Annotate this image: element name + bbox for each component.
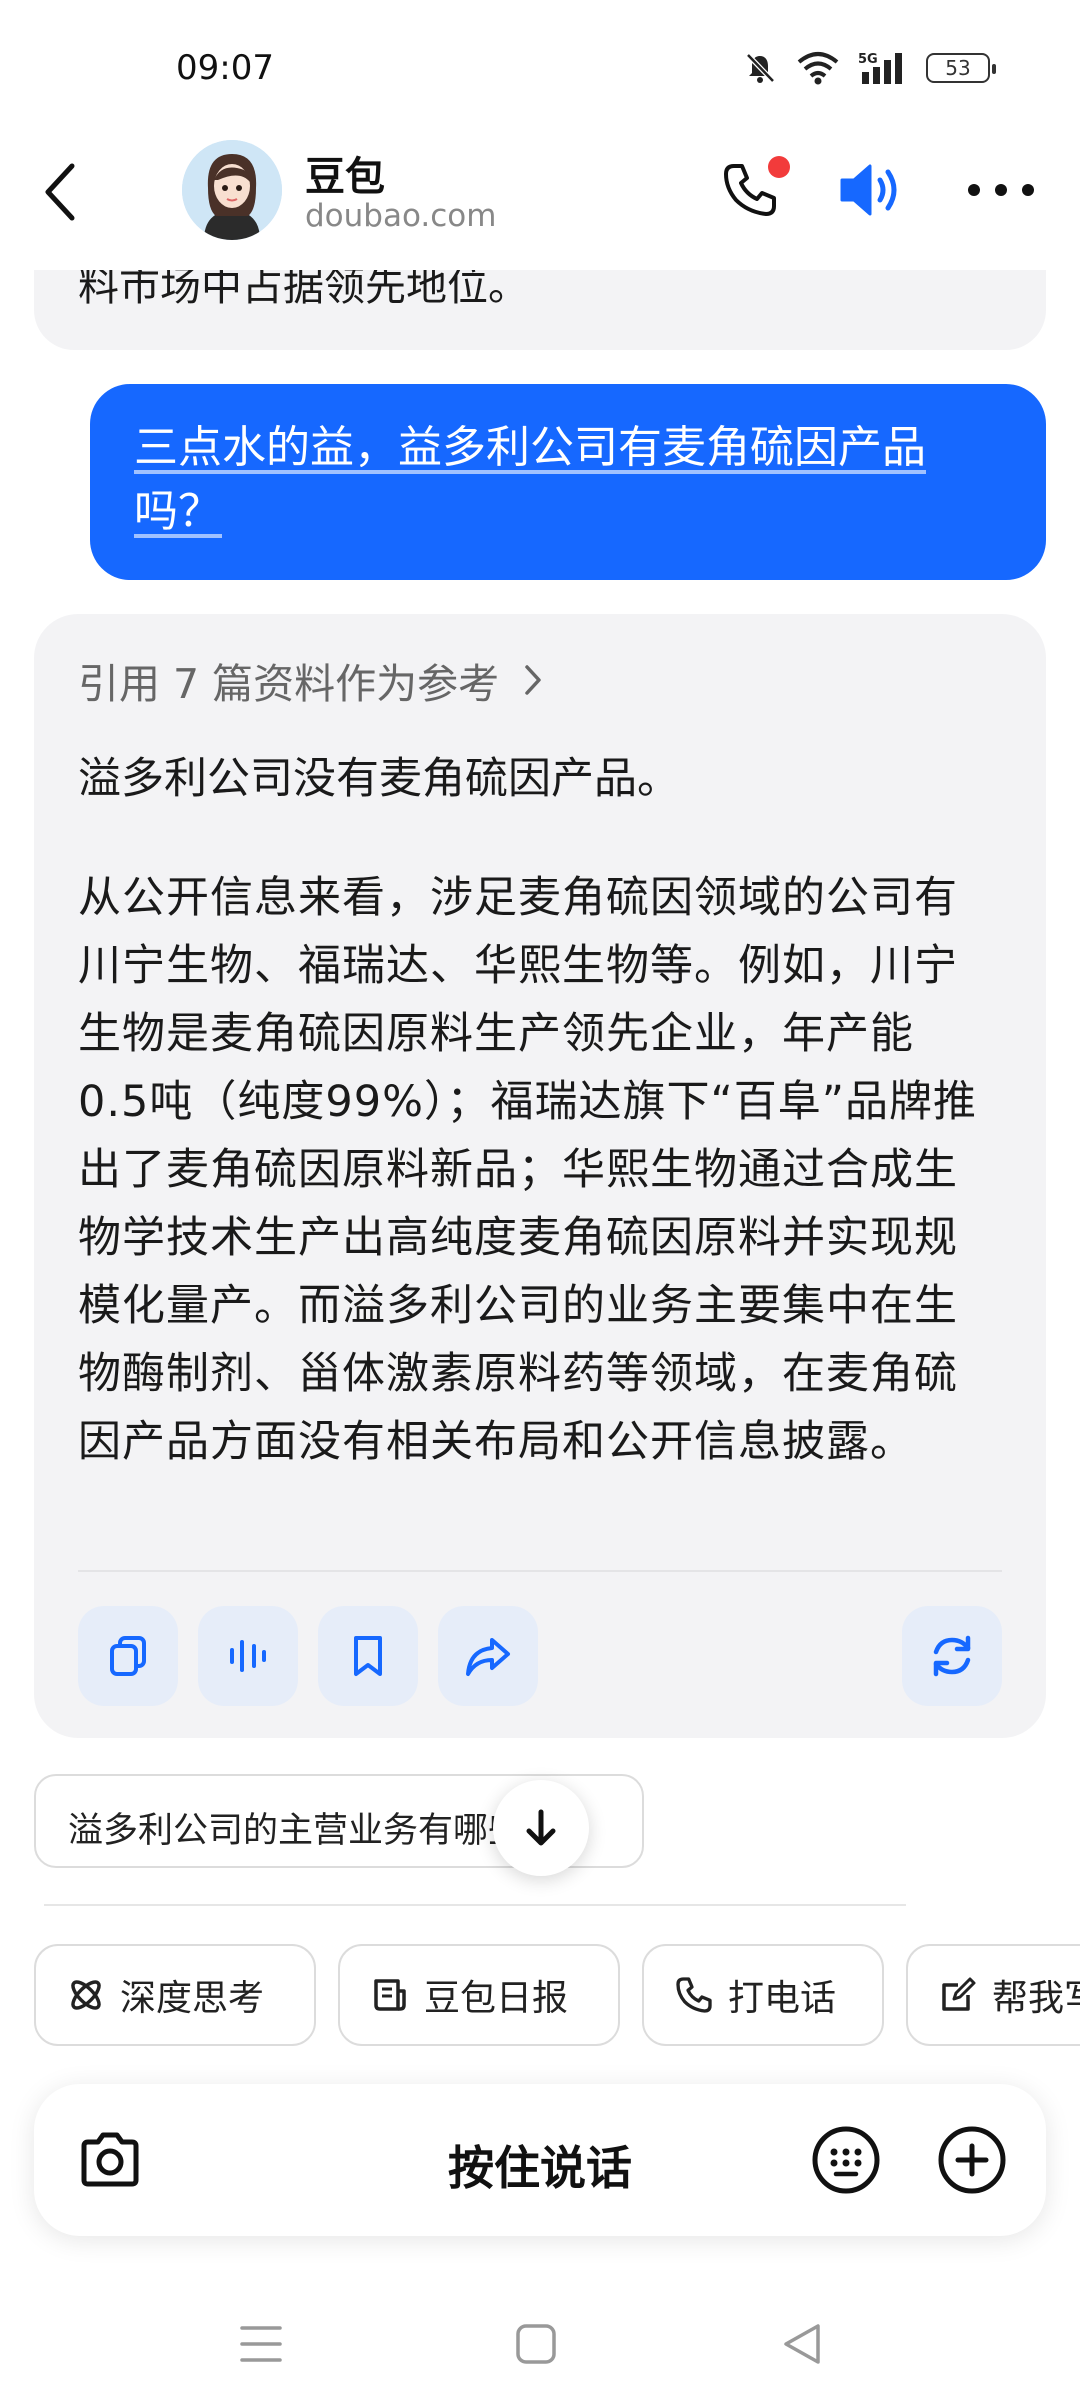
- quick-action-chips: 深度思考 豆包日报 打电话 帮我写作: [34, 1944, 1080, 2048]
- status-icons: 5G 53: [742, 50, 996, 86]
- status-time: 09:07: [176, 48, 274, 88]
- chip-label: 打电话: [728, 1978, 837, 2019]
- more-options-icon[interactable]: [966, 182, 1036, 198]
- atom-icon: [71, 1980, 101, 2010]
- phone-icon: [676, 1977, 712, 2013]
- copy-icon: [110, 1636, 146, 1676]
- answer-divider: [78, 1570, 1002, 1572]
- share-icon: [466, 1638, 510, 1676]
- battery-level: 53: [945, 56, 971, 80]
- newspaper-icon: [374, 1979, 406, 2011]
- chip-daily-report[interactable]: 豆包日报: [338, 1944, 620, 2046]
- bookmark-icon: [354, 1636, 382, 1676]
- hold-to-talk-button[interactable]: 按住说话: [34, 2132, 1046, 2198]
- scroll-to-bottom-button[interactable]: [493, 1780, 589, 1876]
- emoji-keyboard-icon[interactable]: [810, 2124, 882, 2196]
- plus-icon[interactable]: [936, 2124, 1008, 2196]
- speaker-on-icon[interactable]: [838, 162, 904, 218]
- assistant-answer-card: 引用 7 篇资料作为参考 溢多利公司没有麦角硫因产品。 从公开信息来看，涉足麦角…: [34, 614, 1046, 1738]
- notification-dot: [768, 156, 790, 178]
- chip-label: 深度思考: [120, 1978, 265, 2019]
- chat-header: 豆包 doubao.com: [0, 130, 1080, 270]
- read-aloud-button[interactable]: [198, 1606, 298, 1706]
- chip-deep-thinking[interactable]: 深度思考: [34, 1944, 316, 2046]
- avatar-illustration: [182, 140, 282, 240]
- answer-summary: 溢多利公司没有麦角硫因产品。: [78, 754, 680, 804]
- status-bar: 09:07 5G 53: [0, 0, 1080, 140]
- system-nav-bar: [0, 2300, 1080, 2400]
- bookmark-button[interactable]: [318, 1606, 418, 1706]
- assistant-name: 豆包: [305, 154, 385, 200]
- regenerate-button[interactable]: [902, 1606, 1002, 1706]
- answer-paragraph: 从公开信息来看，涉足麦角硫因领域的公司有川宁生物、福瑞达、华熙生物等。例如，川宁…: [78, 873, 978, 1467]
- share-button[interactable]: [438, 1606, 538, 1706]
- battery-icon: 53: [926, 53, 996, 83]
- wifi-icon: [797, 52, 839, 85]
- back-arrow-icon[interactable]: [40, 160, 80, 224]
- refresh-icon: [933, 1635, 971, 1677]
- mute-bell-icon: [746, 53, 775, 83]
- section-divider: [44, 1904, 906, 1906]
- references-link[interactable]: 引用 7 篇资料作为参考: [78, 650, 543, 710]
- chip-label: 豆包日报: [424, 1978, 569, 2019]
- cellular-signal-icon: 5G: [858, 52, 902, 84]
- edit-icon: [942, 1977, 976, 2011]
- chip-label: 帮我写作: [992, 1978, 1080, 2019]
- sound-wave-icon: [230, 1640, 266, 1672]
- assistant-domain: doubao.com: [305, 198, 497, 234]
- references-label: 引用 7 篇资料作为参考: [78, 660, 500, 708]
- menu-icon[interactable]: [238, 2322, 284, 2366]
- input-bar: 按住说话: [34, 2084, 1046, 2236]
- copy-button[interactable]: [78, 1606, 178, 1706]
- arrow-down-icon: [526, 1809, 556, 1846]
- user-message-text: 三点水的益，益多利公司有麦角硫因产品吗？: [134, 422, 926, 537]
- chip-help-write[interactable]: 帮我写作: [906, 1944, 1080, 2046]
- network-type-label: 5G: [858, 52, 878, 67]
- chevron-right-icon: [525, 665, 541, 695]
- avatar[interactable]: [182, 140, 282, 240]
- back-triangle-icon[interactable]: [780, 2320, 824, 2368]
- user-message-bubble[interactable]: 三点水的益，益多利公司有麦角硫因产品吗？: [90, 384, 1046, 580]
- chip-phone-call[interactable]: 打电话: [642, 1944, 884, 2046]
- home-icon[interactable]: [514, 2322, 558, 2366]
